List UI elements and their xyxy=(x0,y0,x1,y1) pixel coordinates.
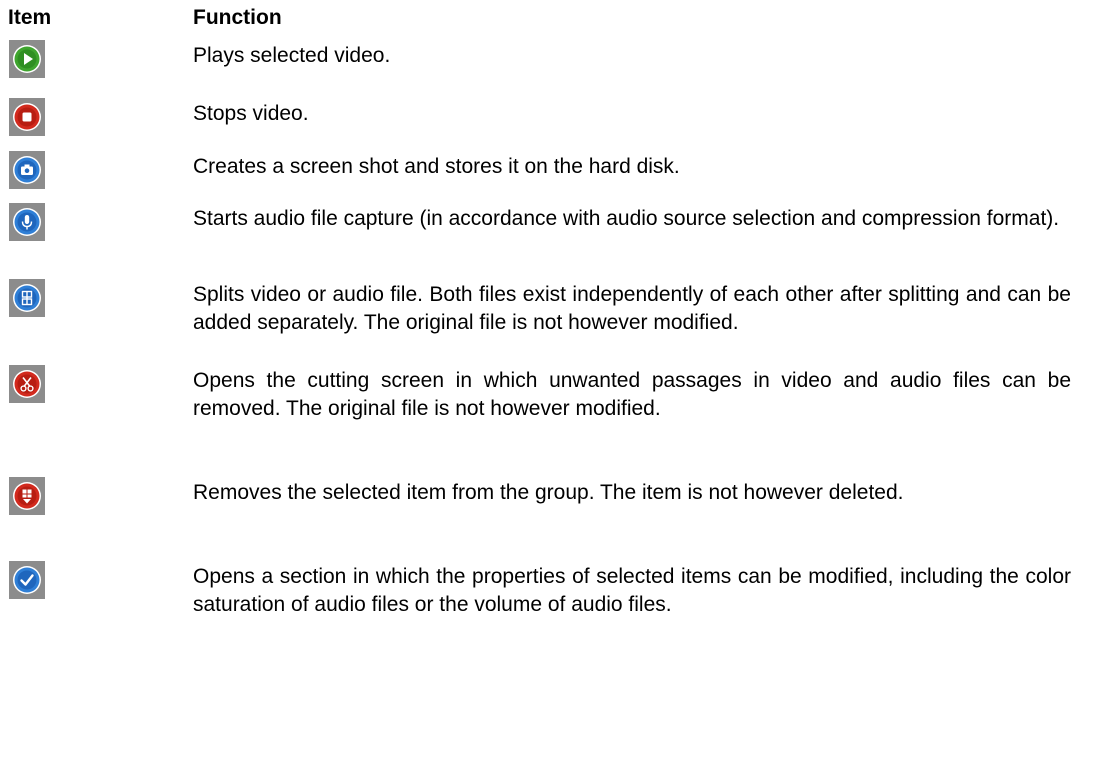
row-description: Stops video. xyxy=(193,102,309,125)
table-header: Item Function xyxy=(0,6,1106,36)
row-description: Starts audio file capture (in accordance… xyxy=(193,207,1060,230)
row-description: Removes the selected item from the group… xyxy=(193,481,904,504)
column-header-item: Item xyxy=(8,6,52,29)
checkmark-icon xyxy=(9,561,45,599)
microphone-icon xyxy=(9,203,45,241)
play-icon xyxy=(9,40,45,78)
scissors-icon xyxy=(9,365,45,403)
stop-icon xyxy=(9,98,45,136)
split-icon xyxy=(9,279,45,317)
column-header-function: Function xyxy=(193,6,282,29)
row-description: Plays selected video. xyxy=(193,44,391,67)
remove-icon xyxy=(9,477,45,515)
row-description: Opens a section in which the properties … xyxy=(193,565,1071,616)
row-description: Creates a screen shot and stores it on t… xyxy=(193,155,680,178)
row-description: Opens the cutting screen in which unwant… xyxy=(193,369,1071,420)
row-description: Splits video or audio file. Both files e… xyxy=(193,283,1071,334)
camera-icon xyxy=(9,151,45,189)
